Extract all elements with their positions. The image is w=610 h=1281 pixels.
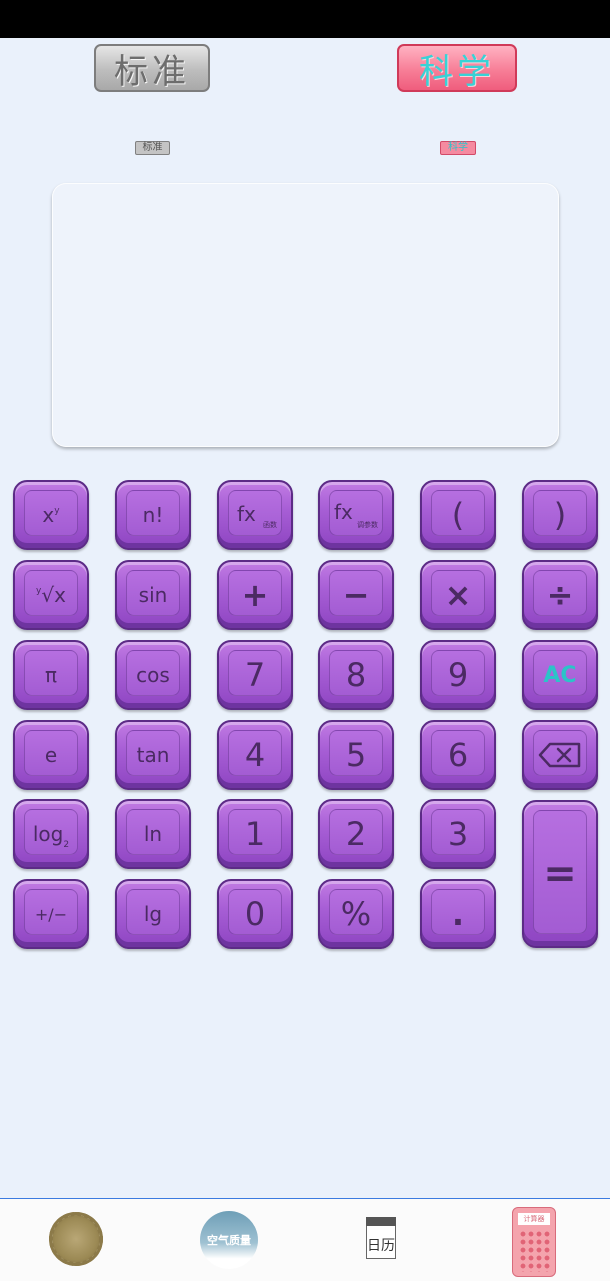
key-power[interactable]: xy (13, 480, 89, 550)
key-fx-param-sub: 调参数 (357, 521, 378, 529)
key-9-label: 9 (447, 656, 469, 694)
key-8-label: 8 (345, 656, 367, 694)
key-2-label: 2 (345, 815, 367, 853)
key-e-label: e (44, 743, 58, 767)
key-all-clear[interactable]: AC (522, 640, 598, 710)
key-ln-label: ln (143, 822, 163, 846)
key-6[interactable]: 6 (420, 720, 496, 790)
tab-standard[interactable]: 标准 (94, 44, 210, 92)
key-6-label: 6 (447, 736, 469, 774)
calculator-icon-keys (519, 1230, 551, 1272)
key-minus-label: − (342, 576, 370, 614)
key-3-label: 3 (447, 815, 469, 853)
status-bar (0, 0, 610, 38)
key-multiply[interactable]: × (420, 560, 496, 630)
key-right-paren[interactable]: ) (522, 480, 598, 550)
key-ln[interactable]: ln (115, 799, 191, 869)
key-equals[interactable]: = (522, 800, 598, 948)
key-decimal-label: . (451, 895, 465, 933)
key-power-sup: y (54, 506, 60, 516)
key-lg-label: lg (143, 902, 163, 926)
key-fx-param-label: fx (334, 500, 353, 524)
key-pi[interactable]: π (13, 640, 89, 710)
key-0-label: 0 (244, 895, 266, 933)
bottom-nav: 空气质量 日历 计算器 (0, 1198, 610, 1281)
key-left-paren[interactable]: ( (420, 480, 496, 550)
key-2[interactable]: 2 (318, 799, 394, 869)
key-4[interactable]: 4 (217, 720, 293, 790)
nav-badge-icon[interactable] (49, 1212, 103, 1266)
nav-calculator[interactable]: 计算器 (512, 1207, 556, 1277)
key-7-label: 7 (244, 656, 266, 694)
key-3[interactable]: 3 (420, 799, 496, 869)
key-percent[interactable]: % (318, 879, 394, 949)
key-log2-label: log (32, 822, 64, 846)
key-4-label: 4 (244, 736, 266, 774)
key-decimal[interactable]: . (420, 879, 496, 949)
key-multiply-label: × (444, 576, 472, 614)
key-backspace[interactable] (522, 720, 598, 790)
key-fx-function[interactable]: fx 函数 (217, 480, 293, 550)
calculator-display (52, 183, 559, 447)
mini-tab-scientific[interactable]: 科学 (440, 141, 476, 155)
key-8[interactable]: 8 (318, 640, 394, 710)
key-sin-label: sin (138, 583, 168, 607)
key-root-label: x (54, 583, 66, 607)
backspace-icon (538, 742, 581, 768)
nav-calendar-label: 日历 (367, 1238, 395, 1254)
gear-seal-icon (49, 1212, 103, 1266)
key-5-label: 5 (345, 736, 367, 774)
key-cos-label: cos (136, 663, 170, 687)
key-fx-function-label: fx (237, 502, 256, 526)
nav-air-quality[interactable]: 空气质量 (200, 1211, 258, 1269)
key-pi-label: π (44, 663, 58, 687)
key-7[interactable]: 7 (217, 640, 293, 710)
key-plus[interactable]: + (217, 560, 293, 630)
key-fx-function-sub: 函数 (263, 521, 277, 529)
key-percent-label: % (340, 895, 372, 933)
key-log2[interactable]: log2 (13, 799, 89, 869)
key-equals-label: = (543, 851, 577, 897)
key-0[interactable]: 0 (217, 879, 293, 949)
key-log2-sub: 2 (63, 840, 70, 850)
key-plus-minus[interactable]: +/− (13, 879, 89, 949)
key-divide[interactable]: ÷ (522, 560, 598, 630)
nav-air-quality-label: 空气质量 (207, 1234, 251, 1247)
tab-scientific[interactable]: 科学 (397, 44, 517, 92)
key-root[interactable]: y√x (13, 560, 89, 630)
key-plus-minus-label: +/− (34, 904, 68, 924)
calculator-icon-screen: 计算器 (518, 1213, 550, 1225)
key-tan[interactable]: tan (115, 720, 191, 790)
key-all-clear-label: AC (543, 662, 577, 688)
nav-calendar[interactable]: 日历 (366, 1217, 396, 1259)
key-plus-label: + (241, 576, 269, 614)
key-divide-label: ÷ (546, 576, 574, 614)
key-factorial-label: n! (142, 503, 164, 527)
key-root-sup: y (36, 586, 42, 596)
key-sin[interactable]: sin (115, 560, 191, 630)
key-minus[interactable]: − (318, 560, 394, 630)
key-e[interactable]: e (13, 720, 89, 790)
key-1[interactable]: 1 (217, 799, 293, 869)
key-5[interactable]: 5 (318, 720, 394, 790)
key-lg[interactable]: lg (115, 879, 191, 949)
key-left-paren-label: ( (451, 496, 465, 534)
key-tan-label: tan (136, 743, 170, 767)
key-power-label: x (42, 503, 55, 527)
key-factorial[interactable]: n! (115, 480, 191, 550)
key-1-label: 1 (244, 815, 266, 853)
mini-tab-standard[interactable]: 标准 (135, 141, 170, 155)
key-fx-param[interactable]: fx 调参数 (318, 480, 394, 550)
key-9[interactable]: 9 (420, 640, 496, 710)
key-cos[interactable]: cos (115, 640, 191, 710)
key-right-paren-label: ) (553, 496, 567, 534)
